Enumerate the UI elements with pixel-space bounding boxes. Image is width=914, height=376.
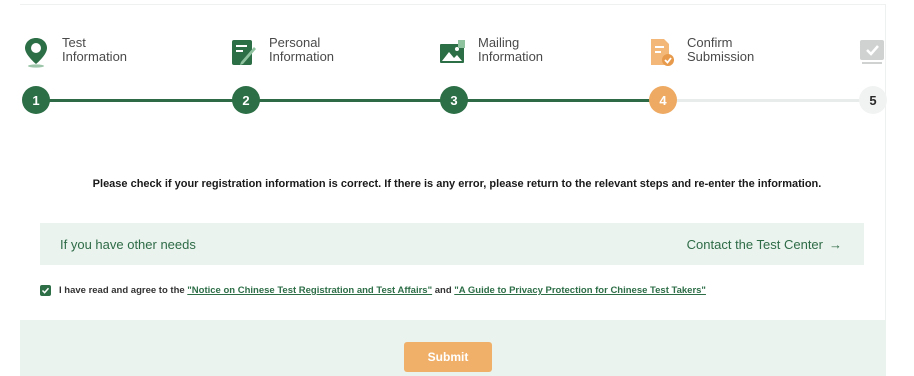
edit-form-icon — [232, 40, 256, 65]
step-3-marker[interactable]: 3 — [440, 86, 468, 114]
image-mail-icon — [440, 40, 465, 63]
privacy-guide-link[interactable]: "A Guide to Privacy Protection for Chine… — [454, 285, 706, 296]
agreement-row: I have read and agree to the "Notice on … — [40, 285, 706, 296]
contact-test-center-link[interactable]: Contact the Test Center → — [687, 237, 842, 252]
step-1-header: Test Information — [22, 36, 127, 68]
agreement-conjunction: and — [434, 285, 452, 296]
submit-button[interactable]: Submit — [404, 342, 492, 372]
agreement-prefix: I have read and agree to the — [59, 285, 185, 296]
step-1-label: Test Information — [62, 35, 128, 64]
location-pin-icon — [25, 38, 47, 68]
step-4-marker: 4 — [649, 86, 677, 114]
other-needs-banner: If you have other needs Contact the Test… — [40, 223, 864, 265]
step-5-marker: 5 — [859, 86, 887, 114]
registration-notice-link[interactable]: "Notice on Chinese Test Registration and… — [187, 285, 432, 296]
progress-track-complete — [36, 99, 661, 102]
form-footer: Submit — [20, 320, 886, 376]
document-check-icon — [651, 39, 674, 66]
arrow-right-icon: → — [829, 236, 842, 252]
step-2-header: Personal Information — [229, 36, 334, 68]
step-4-label: Confirm Submission — [687, 35, 755, 64]
checked-screen-icon — [860, 40, 884, 64]
other-needs-text: If you have other needs — [60, 236, 196, 252]
contact-test-center-label: Contact the Test Center — [686, 236, 823, 252]
step-4-header: Confirm Submission — [647, 36, 754, 68]
progress-track-remaining — [661, 99, 873, 102]
agreement-checkbox[interactable] — [40, 285, 51, 296]
step-2-marker[interactable]: 2 — [232, 86, 260, 114]
step-3-header: Mailing Information — [438, 36, 543, 68]
step-1-marker[interactable]: 1 — [22, 86, 50, 114]
step-5-header — [858, 36, 886, 68]
review-notice: Please check if your registration inform… — [92, 178, 822, 190]
step-3-label: Mailing Information — [478, 35, 544, 64]
checkmark-icon — [41, 287, 50, 294]
step-2-label: Personal Information — [269, 35, 335, 64]
